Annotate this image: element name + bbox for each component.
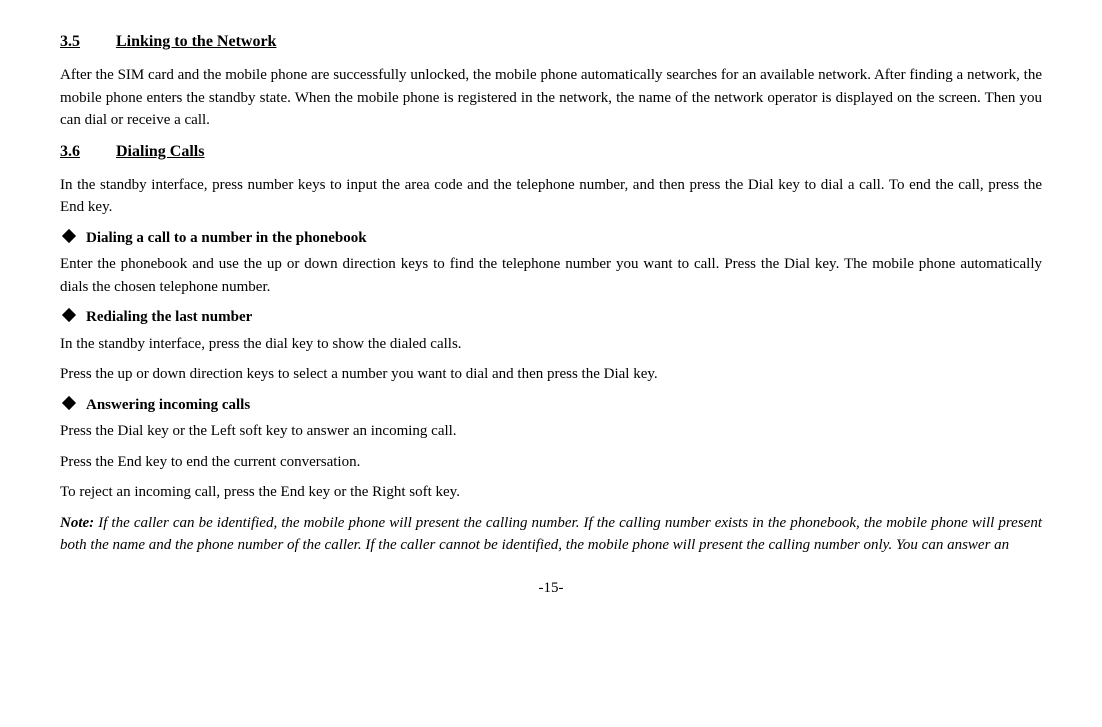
page-number: -15- (60, 577, 1042, 600)
note-label: Note: (60, 515, 94, 531)
bullet-answering-text-3: To reject an incoming call, press the En… (60, 481, 1042, 504)
note-paragraph: Note: If the caller can be identified, t… (60, 512, 1042, 557)
section-3-5-number: 3.5 (60, 30, 100, 54)
bullet-redialing-text-2: Press the up or down direction keys to s… (60, 363, 1042, 386)
diamond-icon-2 (62, 308, 76, 322)
section-3-6-number: 3.6 (60, 140, 100, 164)
bullet-answering: Answering incoming calls (60, 394, 1042, 417)
note-text: If the caller can be identified, the mob… (60, 515, 1042, 554)
bullet-redialing-label: Redialing the last number (86, 306, 252, 329)
section-3-5: 3.5 Linking to the Network After the SIM… (60, 30, 1042, 132)
section-3-6-intro: In the standby interface, press number k… (60, 174, 1042, 219)
diamond-icon-1 (62, 228, 76, 242)
section-3-6-title: Dialing Calls (116, 140, 204, 164)
bullet-redialing-text-1: In the standby interface, press the dial… (60, 333, 1042, 356)
section-3-6-heading: 3.6 Dialing Calls (60, 140, 1042, 164)
bullet-answering-text-1: Press the Dial key or the Left soft key … (60, 420, 1042, 443)
section-3-5-heading: 3.5 Linking to the Network (60, 30, 1042, 54)
diamond-icon-3 (62, 395, 76, 409)
bullet-dialing-phonebook-text: Enter the phonebook and use the up or do… (60, 253, 1042, 298)
section-3-5-para-1: After the SIM card and the mobile phone … (60, 64, 1042, 132)
bullet-answering-text-2: Press the End key to end the current con… (60, 451, 1042, 474)
bullet-dialing-phonebook-label: Dialing a call to a number in the phoneb… (86, 227, 367, 250)
section-3-6: 3.6 Dialing Calls In the standby interfa… (60, 140, 1042, 557)
bullet-answering-label: Answering incoming calls (86, 394, 250, 417)
bullet-dialing-phonebook: Dialing a call to a number in the phoneb… (60, 227, 1042, 250)
section-3-5-title: Linking to the Network (116, 30, 276, 54)
bullet-redialing: Redialing the last number (60, 306, 1042, 329)
